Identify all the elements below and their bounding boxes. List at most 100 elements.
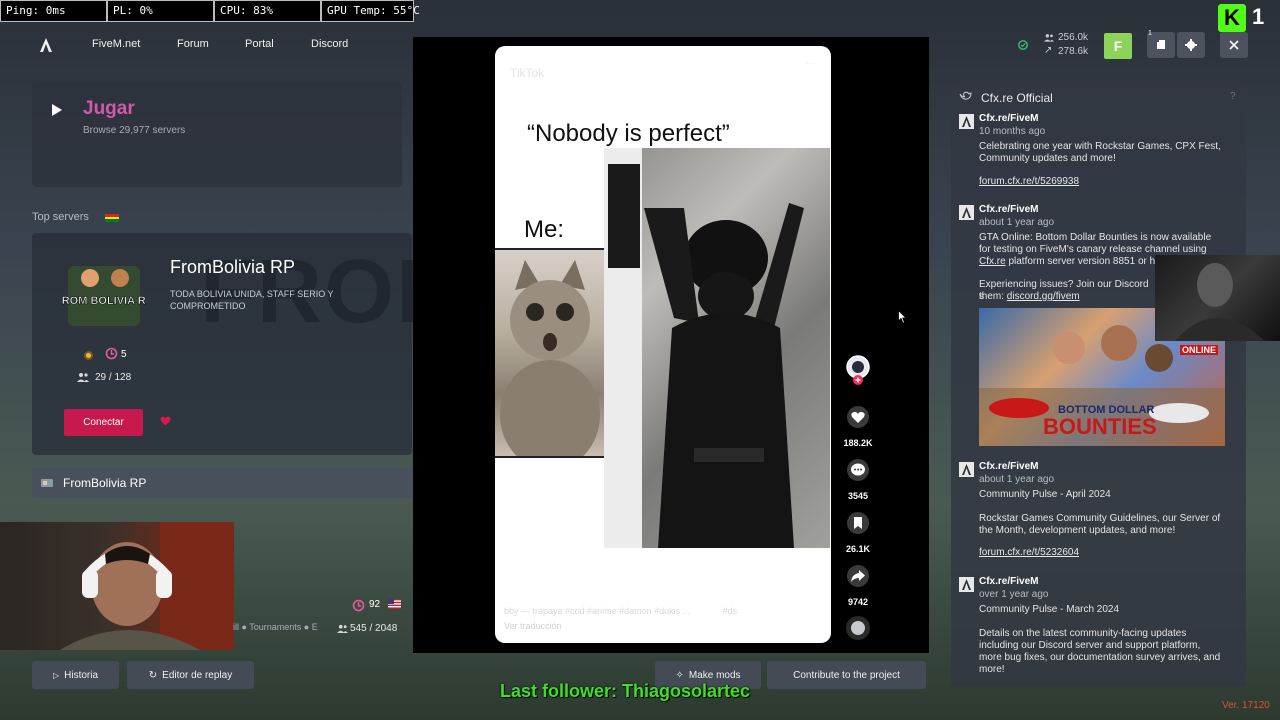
saves-count: 26.1K	[845, 544, 871, 554]
post-time: about 1 year ago	[979, 217, 1055, 228]
meme-title: “Nobody is perfect”	[527, 120, 730, 147]
contribute-button[interactable]: Contribute to the project	[767, 661, 926, 689]
post-author[interactable]: Cfx.re/FiveM	[979, 113, 1038, 124]
list-boost-count: 92	[369, 599, 381, 610]
nav-portal-link[interactable]: Portal	[245, 38, 274, 50]
news-feed-title: Cfx.re Official	[981, 91, 1053, 105]
dancer-illustration-icon	[604, 148, 804, 548]
historia-button[interactable]: ▷ Historia	[32, 661, 119, 689]
share-icon[interactable]	[847, 565, 869, 587]
post-time: 10 months ago	[979, 126, 1046, 137]
cat-illustration-icon	[500, 260, 600, 456]
webcam-person-icon	[60, 522, 234, 650]
play-title[interactable]: Jugar	[83, 98, 135, 120]
bolivia-flag-icon	[105, 214, 119, 223]
cfx-avatar-icon	[959, 205, 974, 220]
post-time: about 1 year ago	[979, 474, 1055, 485]
post-author[interactable]: Cfx.re/FiveM	[979, 204, 1038, 215]
gpu-temp-readout: GPU Temp: 55°C	[321, 0, 420, 22]
post-body-text: them:	[979, 291, 1007, 302]
nav-discord-link[interactable]: Discord	[311, 38, 348, 50]
gear-icon	[1185, 39, 1197, 51]
streamer-webcam	[0, 522, 234, 650]
server-logo-icon: FROM BOLIVIA RP	[62, 266, 146, 326]
kick-logo: K	[1218, 4, 1246, 32]
post-time: over 1 year ago	[979, 589, 1049, 600]
notification-badge: 1	[1148, 30, 1152, 37]
favorite-heart-icon[interactable]	[160, 416, 171, 426]
tiktok-logo: TikTok	[510, 66, 545, 80]
post-body: Celebrating one year with Rockstar Games…	[979, 141, 1221, 164]
top-servers-heading: Top servers	[32, 211, 89, 223]
bird-icon	[959, 91, 972, 100]
version-label: Ver. 17120	[1222, 700, 1270, 711]
discord-link[interactable]: discord.gg/fivem	[1007, 291, 1080, 302]
shares-count: 9742	[847, 597, 869, 607]
server-logo-text: FROM BOLIVIA RP	[62, 295, 146, 307]
cfx-avatar-icon	[959, 114, 974, 129]
comment-icon[interactable]	[847, 459, 869, 481]
fivem-logo-icon[interactable]	[38, 37, 54, 53]
server-player-count: 29 / 128	[95, 372, 132, 383]
post-body-detail: Rockstar Games Community Guidelines, our…	[979, 513, 1221, 536]
cfx-avatar-icon	[959, 577, 974, 592]
server-name[interactable]: FromBolivia RP	[170, 257, 295, 278]
replay-editor-label: Editor de replay	[162, 669, 233, 681]
video-caption-text: bby — trapaya #cod #anime #damon #dukis …	[504, 606, 691, 616]
meme-me-label: Me:	[524, 216, 565, 243]
server-description: TODA BOLIVIA UNIDA, STAFF SERIO Y COMPRO…	[170, 289, 334, 311]
bookmark-icon[interactable]	[847, 512, 869, 534]
meme-divider	[495, 456, 605, 458]
nav-fivem-link[interactable]: FiveM.net	[92, 38, 140, 50]
ping-readout: Ping: 0ms	[0, 0, 107, 22]
play-small-icon: ▷	[52, 670, 60, 680]
secondary-webcam	[1155, 255, 1280, 341]
total-players-count: 278.6k	[1058, 46, 1089, 57]
bounty-title-bottom: BOUNTIES	[1043, 414, 1157, 439]
creator-avatar-icon[interactable]	[845, 355, 871, 385]
cfx-avatar-icon	[959, 462, 974, 477]
packet-loss-readout: PL: 0%	[107, 0, 214, 22]
likes-count: 188.2K	[843, 438, 873, 448]
list-boost-icon	[352, 599, 365, 612]
kick-viewer-count: 1	[1252, 4, 1265, 29]
connect-button[interactable]: Conectar	[64, 409, 143, 436]
historia-label: Historia	[64, 669, 99, 681]
see-translation-link[interactable]: Ver traducción	[504, 621, 562, 631]
video-caption: bby — trapaya #cod #anime #damon #dukis …	[504, 606, 737, 616]
performance-overlay: Ping: 0ms PL: 0% CPU: 83% GPU Temp: 55°C	[0, 0, 420, 22]
online-players-icon	[1044, 34, 1054, 42]
play-icon	[52, 104, 62, 116]
server-row-name[interactable]: FromBolivia RP	[63, 476, 146, 490]
user-avatar[interactable]: F	[1104, 33, 1132, 59]
post-author[interactable]: Cfx.re/FiveM	[979, 461, 1038, 472]
sound-disc-icon[interactable]	[844, 615, 872, 641]
replay-icon: ↻	[148, 669, 158, 681]
tactical-dancer-image	[604, 148, 830, 548]
help-icon[interactable]: ?	[1230, 91, 1236, 102]
post-body: Community Pulse - April 2024	[979, 489, 1111, 500]
cat-image	[495, 250, 604, 456]
last-follower-alert: Last follower: Thiagosolartec	[500, 681, 751, 701]
settings-button[interactable]	[1177, 32, 1205, 58]
video-caption-tag: #ds	[722, 606, 738, 616]
post-link[interactable]: forum.cfx.re/t/5269938	[979, 176, 1079, 187]
replay-editor-button[interactable]: ↻ Editor de replay	[127, 661, 254, 689]
status-check-icon	[1018, 40, 1028, 50]
cpu-readout: CPU: 83%	[214, 0, 321, 22]
post-body-text: platform server version 8851 or higher.	[1005, 256, 1180, 267]
close-button[interactable]	[1220, 32, 1248, 58]
cfx-inline-link[interactable]: Cfx.re	[979, 256, 1006, 267]
boost-icon	[105, 347, 118, 360]
like-heart-icon[interactable]	[847, 406, 869, 428]
nav-forum-link[interactable]: Forum	[177, 38, 209, 50]
post-body-text: GTA Online: Bottom Dollar Bounties is no…	[979, 232, 1212, 255]
server-boost-count: 5	[121, 349, 127, 360]
more-options-icon: ···	[806, 58, 816, 69]
post-link[interactable]: forum.cfx.re/t/5232604	[979, 547, 1079, 558]
contribute-label: Contribute to the project	[793, 669, 900, 681]
list-player-count: 545 / 2048	[350, 623, 398, 634]
post-body: Community Pulse - March 2024	[979, 604, 1120, 615]
make-mods-label: Make mods	[688, 669, 741, 681]
post-author[interactable]: Cfx.re/FiveM	[979, 576, 1038, 587]
